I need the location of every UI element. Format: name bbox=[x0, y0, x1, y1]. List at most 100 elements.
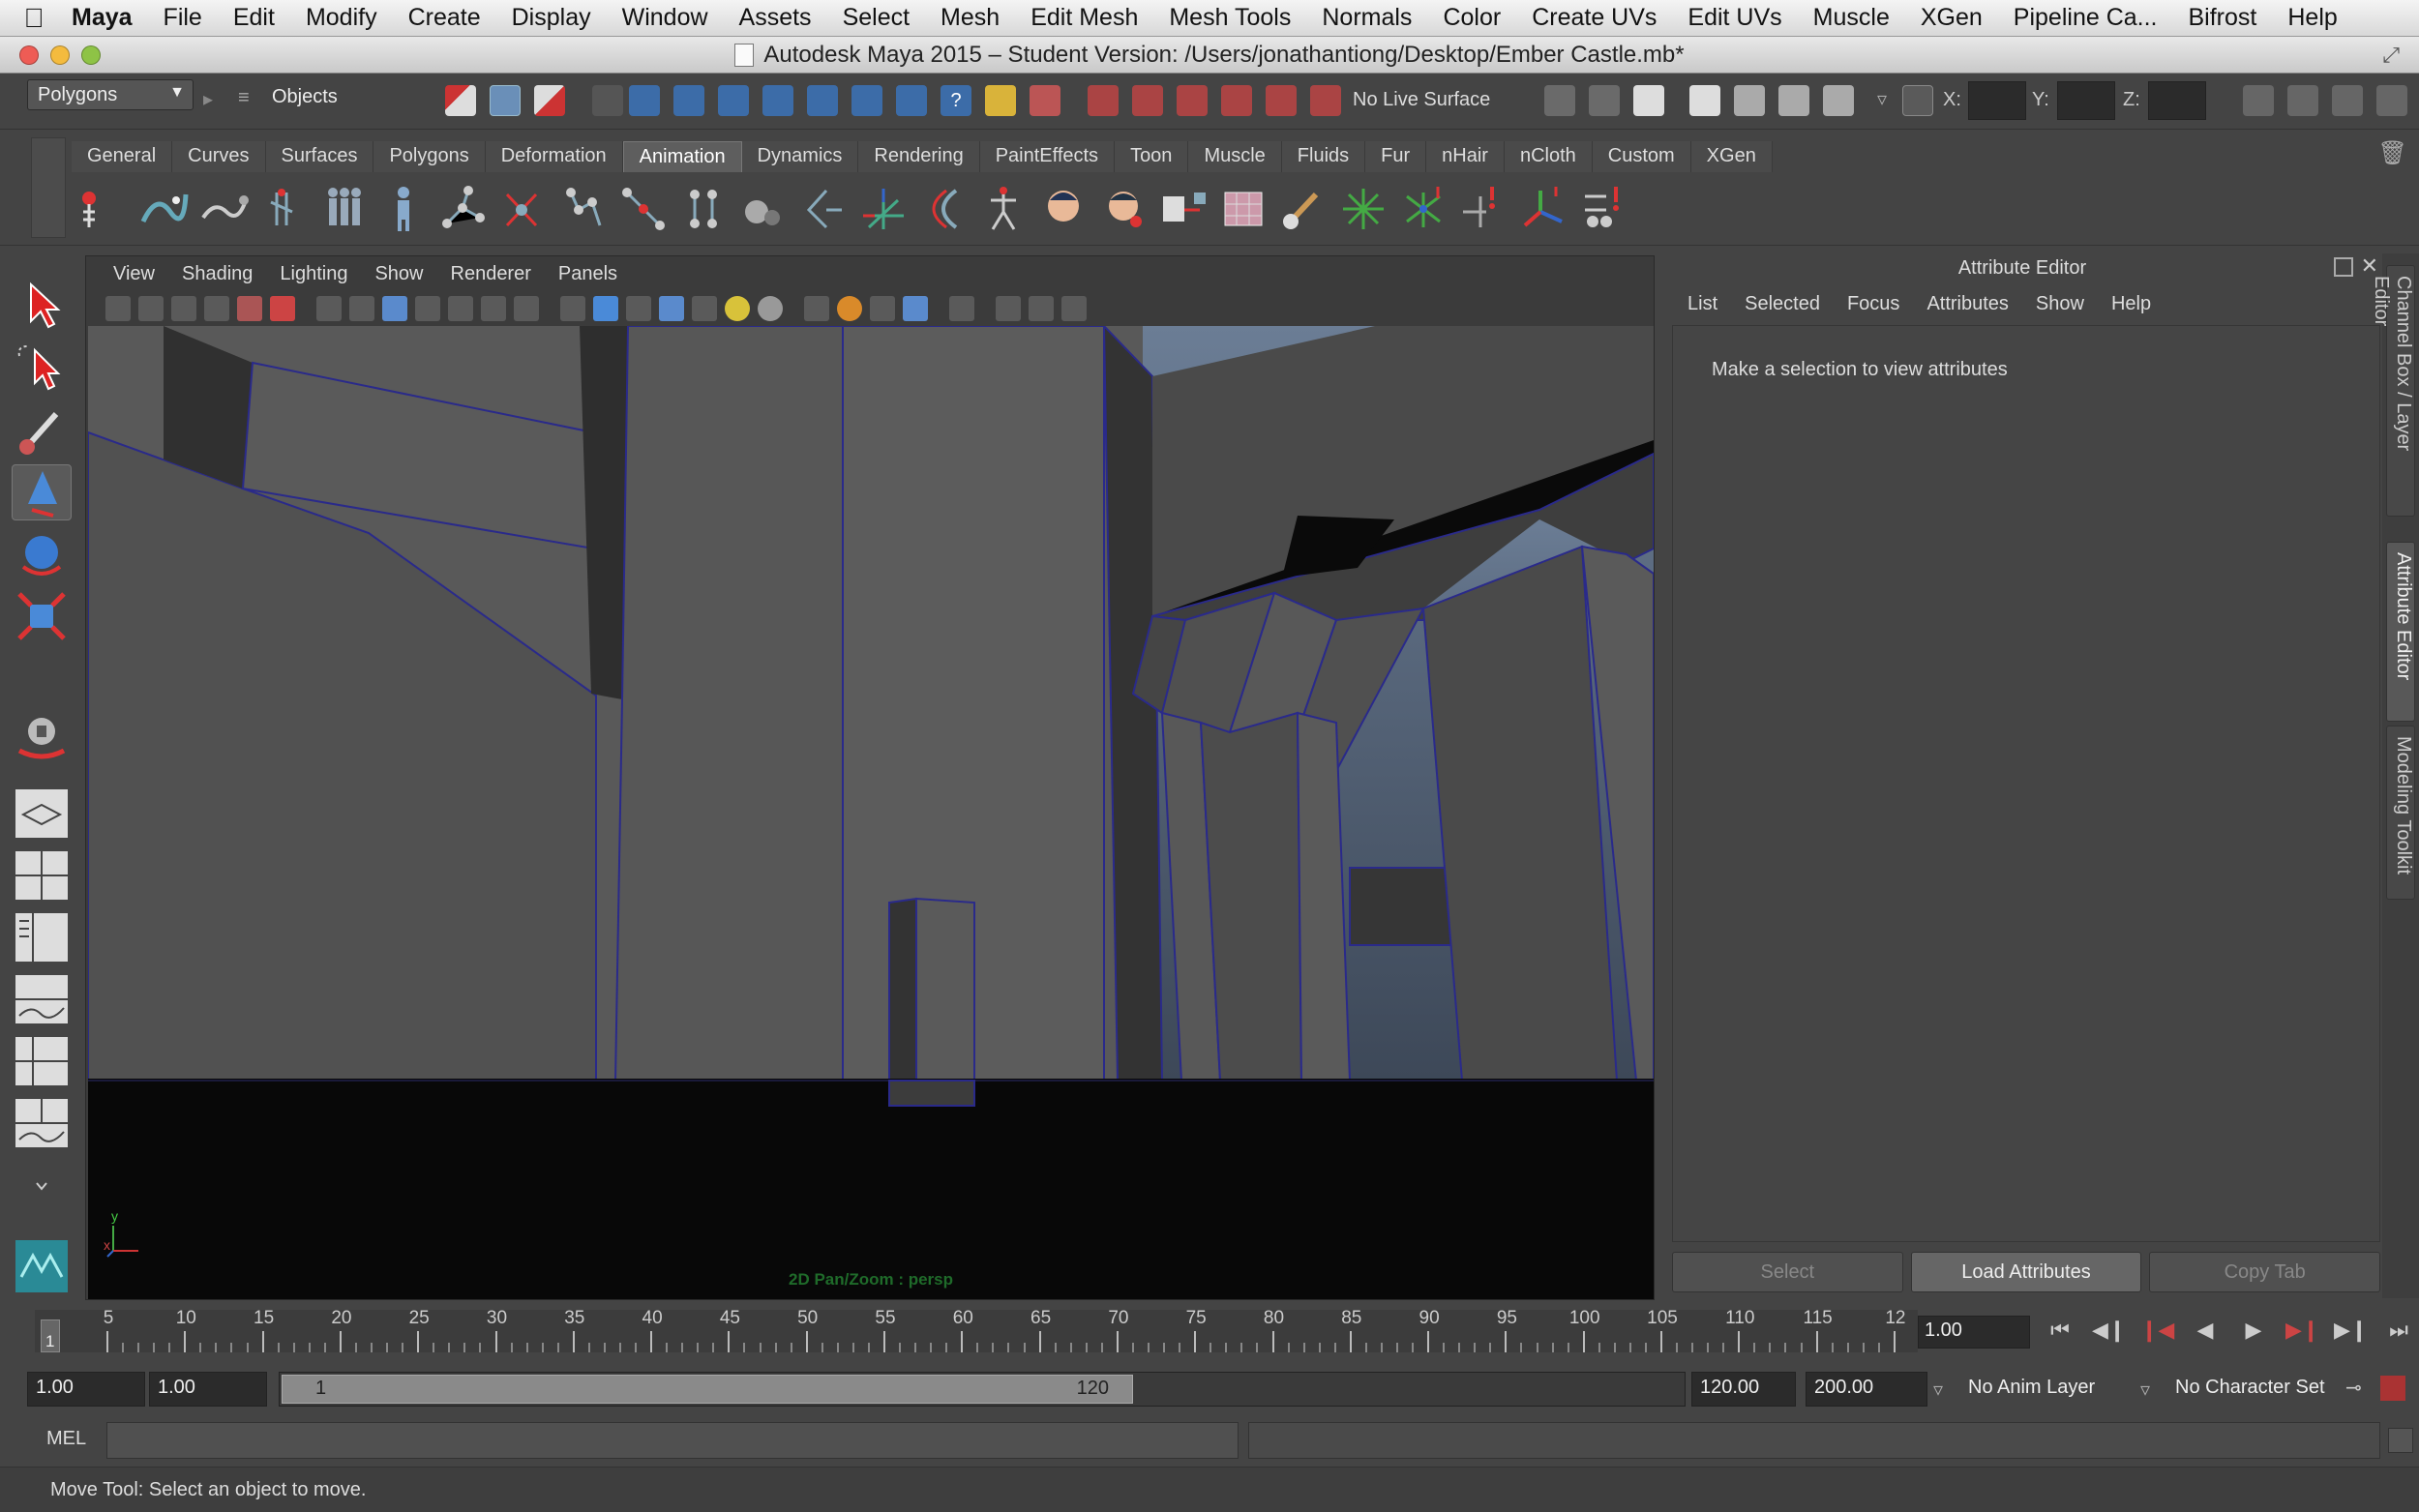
select-tool-icon[interactable] bbox=[12, 277, 72, 333]
shelf-tab-painteffects[interactable]: PaintEffects bbox=[979, 141, 1116, 172]
camera-attributes-icon[interactable] bbox=[138, 296, 164, 321]
insert-joint-icon[interactable] bbox=[617, 183, 670, 235]
unghost-icon[interactable] bbox=[377, 183, 430, 235]
select-object-icon[interactable] bbox=[490, 85, 521, 116]
checker-icon[interactable] bbox=[692, 296, 717, 321]
menu-help[interactable]: Help bbox=[2272, 4, 2352, 32]
isolate-select-icon[interactable] bbox=[949, 296, 974, 321]
step-forward-frame-icon[interactable]: ▶❙ bbox=[2285, 1314, 2319, 1347]
lattice-icon[interactable] bbox=[917, 183, 970, 235]
menu-create-uvs[interactable]: Create UVs bbox=[1516, 4, 1672, 32]
input-output-icon[interactable] bbox=[1544, 85, 1575, 116]
persp-graph-layout-icon[interactable] bbox=[12, 971, 72, 1027]
absolute-transform-icon[interactable] bbox=[1902, 85, 1933, 116]
viewport-menu-view[interactable]: View bbox=[100, 263, 168, 285]
shelf-tab-polygons[interactable]: Polygons bbox=[373, 141, 486, 172]
render-frame-icon[interactable] bbox=[1689, 85, 1720, 116]
outliner-persp-layout-icon[interactable] bbox=[12, 909, 72, 965]
live-surface-label[interactable]: No Live Surface bbox=[1353, 89, 1490, 111]
zoom-window-button[interactable] bbox=[81, 45, 101, 65]
menu-xgen[interactable]: XGen bbox=[1905, 4, 1998, 32]
highlight-selection-icon[interactable] bbox=[1030, 85, 1060, 116]
constraint-icon[interactable] bbox=[1457, 183, 1509, 235]
shelf-tab-custom[interactable]: Custom bbox=[1592, 141, 1691, 172]
select-misc-icon[interactable]: ? bbox=[941, 85, 971, 116]
emitter-icon[interactable] bbox=[1397, 183, 1449, 235]
menu-color[interactable]: Color bbox=[1427, 4, 1516, 32]
show-manipulator-icon[interactable] bbox=[12, 706, 72, 762]
end-time-field[interactable]: 120.00 bbox=[1691, 1372, 1796, 1407]
menu-mesh[interactable]: Mesh bbox=[925, 4, 1015, 32]
current-frame-marker[interactable]: 1 bbox=[41, 1319, 60, 1352]
select-deformations-icon[interactable] bbox=[807, 85, 838, 116]
ae-menu-help[interactable]: Help bbox=[2098, 293, 2165, 315]
viewport-menu-panels[interactable]: Panels bbox=[545, 263, 631, 285]
face-rig-icon[interactable] bbox=[1097, 183, 1150, 235]
menu-pipeline-cache[interactable]: Pipeline Ca... bbox=[1998, 4, 2173, 32]
make-live-icon[interactable] bbox=[1266, 85, 1297, 116]
snap-point-icon[interactable] bbox=[1177, 85, 1208, 116]
shelf-tab-fluids[interactable]: Fluids bbox=[1281, 141, 1366, 172]
skin-weights-icon[interactable] bbox=[1157, 183, 1210, 235]
locator-icon[interactable] bbox=[857, 183, 910, 235]
time-slider[interactable]: 1 5 10 15 20 25 30 35 40 45 50 55 60 65 70 75 80 85 90 95 1… bbox=[0, 1302, 2419, 1360]
menu-window[interactable]: Window bbox=[607, 4, 724, 32]
character-set-dropdown[interactable]: No Character Set bbox=[2167, 1372, 2333, 1407]
ae-menu-attributes[interactable]: Attributes bbox=[1913, 293, 2021, 315]
z-input[interactable] bbox=[2148, 81, 2206, 120]
viewport-menu-lighting[interactable]: Lighting bbox=[266, 263, 361, 285]
ae-menu-selected[interactable]: Selected bbox=[1731, 293, 1834, 315]
motion-trail-icon[interactable] bbox=[197, 183, 250, 235]
more-layouts-icon[interactable] bbox=[12, 1159, 72, 1198]
construction-history-icon[interactable] bbox=[1589, 85, 1620, 116]
snap-curve-icon[interactable] bbox=[1132, 85, 1163, 116]
go-to-start-icon[interactable]: ⏮ bbox=[2044, 1314, 2076, 1347]
load-attributes-button[interactable]: Load Attributes bbox=[1910, 1252, 2142, 1292]
close-window-button[interactable] bbox=[19, 45, 39, 65]
grid-icon[interactable] bbox=[316, 296, 342, 321]
menuset-dropdown[interactable]: Polygons ▼ bbox=[27, 79, 194, 110]
menu-normals[interactable]: Normals bbox=[1306, 4, 1427, 32]
all-lights-icon[interactable] bbox=[758, 296, 783, 321]
shelf-tab-general[interactable]: General bbox=[72, 141, 173, 172]
cluster-icon[interactable] bbox=[797, 183, 850, 235]
ae-menu-focus[interactable]: Focus bbox=[1834, 293, 1913, 315]
animation-end-field[interactable]: 200.00 bbox=[1806, 1372, 1927, 1407]
shelf-tab-fur[interactable]: Fur bbox=[1365, 141, 1427, 172]
y-input[interactable] bbox=[2057, 81, 2115, 120]
tool-settings-toggle-icon[interactable] bbox=[2332, 85, 2363, 116]
ae-menu-list[interactable]: List bbox=[1674, 293, 1731, 315]
default-light-icon[interactable] bbox=[725, 296, 750, 321]
shelf-tab-xgen[interactable]: XGen bbox=[1690, 141, 1773, 172]
select-joints-icon[interactable] bbox=[673, 85, 704, 116]
select-surfaces-icon[interactable] bbox=[762, 85, 793, 116]
xray-joints-icon[interactable] bbox=[1029, 296, 1054, 321]
star-locator-icon[interactable] bbox=[1337, 183, 1389, 235]
menu-mesh-tools[interactable]: Mesh Tools bbox=[1153, 4, 1306, 32]
menu-assets[interactable]: Assets bbox=[724, 4, 827, 32]
field-chart-icon[interactable] bbox=[448, 296, 473, 321]
human-ik-icon[interactable] bbox=[977, 183, 1030, 235]
select-button[interactable]: Select bbox=[1672, 1252, 1903, 1292]
bookmarks-icon[interactable] bbox=[171, 296, 196, 321]
menu-file[interactable]: File bbox=[148, 4, 218, 32]
sidebar-toggle-icon[interactable] bbox=[2243, 85, 2274, 116]
step-forward-key-icon[interactable]: ▶❙ bbox=[2334, 1314, 2368, 1347]
share-view-icon[interactable] bbox=[1061, 296, 1087, 321]
select-curves-icon[interactable] bbox=[718, 85, 749, 116]
anim-layer-dropdown[interactable]: No Anim Layer bbox=[1960, 1372, 2103, 1407]
start-time-field[interactable]: 1.00 bbox=[27, 1372, 145, 1407]
anim-layer-arrow-icon[interactable]: ▿ bbox=[1933, 1378, 1943, 1402]
anti-aliasing-icon[interactable] bbox=[903, 296, 928, 321]
step-back-key-icon[interactable]: ◀❙ bbox=[2092, 1314, 2126, 1347]
menu-modify[interactable]: Modify bbox=[290, 4, 393, 32]
menu-create[interactable]: Create bbox=[393, 4, 496, 32]
shelf-tab-ncloth[interactable]: nCloth bbox=[1504, 141, 1593, 172]
smooth-bind-icon[interactable] bbox=[737, 183, 790, 235]
command-language-label[interactable]: MEL bbox=[46, 1428, 86, 1450]
tab-modeling-toolkit[interactable]: Modeling Toolkit bbox=[2386, 726, 2415, 900]
trash-icon[interactable]: 🗑 bbox=[2378, 139, 2407, 167]
play-forward-icon[interactable]: ▶ bbox=[2237, 1314, 2270, 1347]
character-set-arrow-icon[interactable]: ▿ bbox=[2140, 1378, 2150, 1402]
transform-mode-dropdown-icon[interactable]: ▿ bbox=[1877, 87, 1887, 111]
